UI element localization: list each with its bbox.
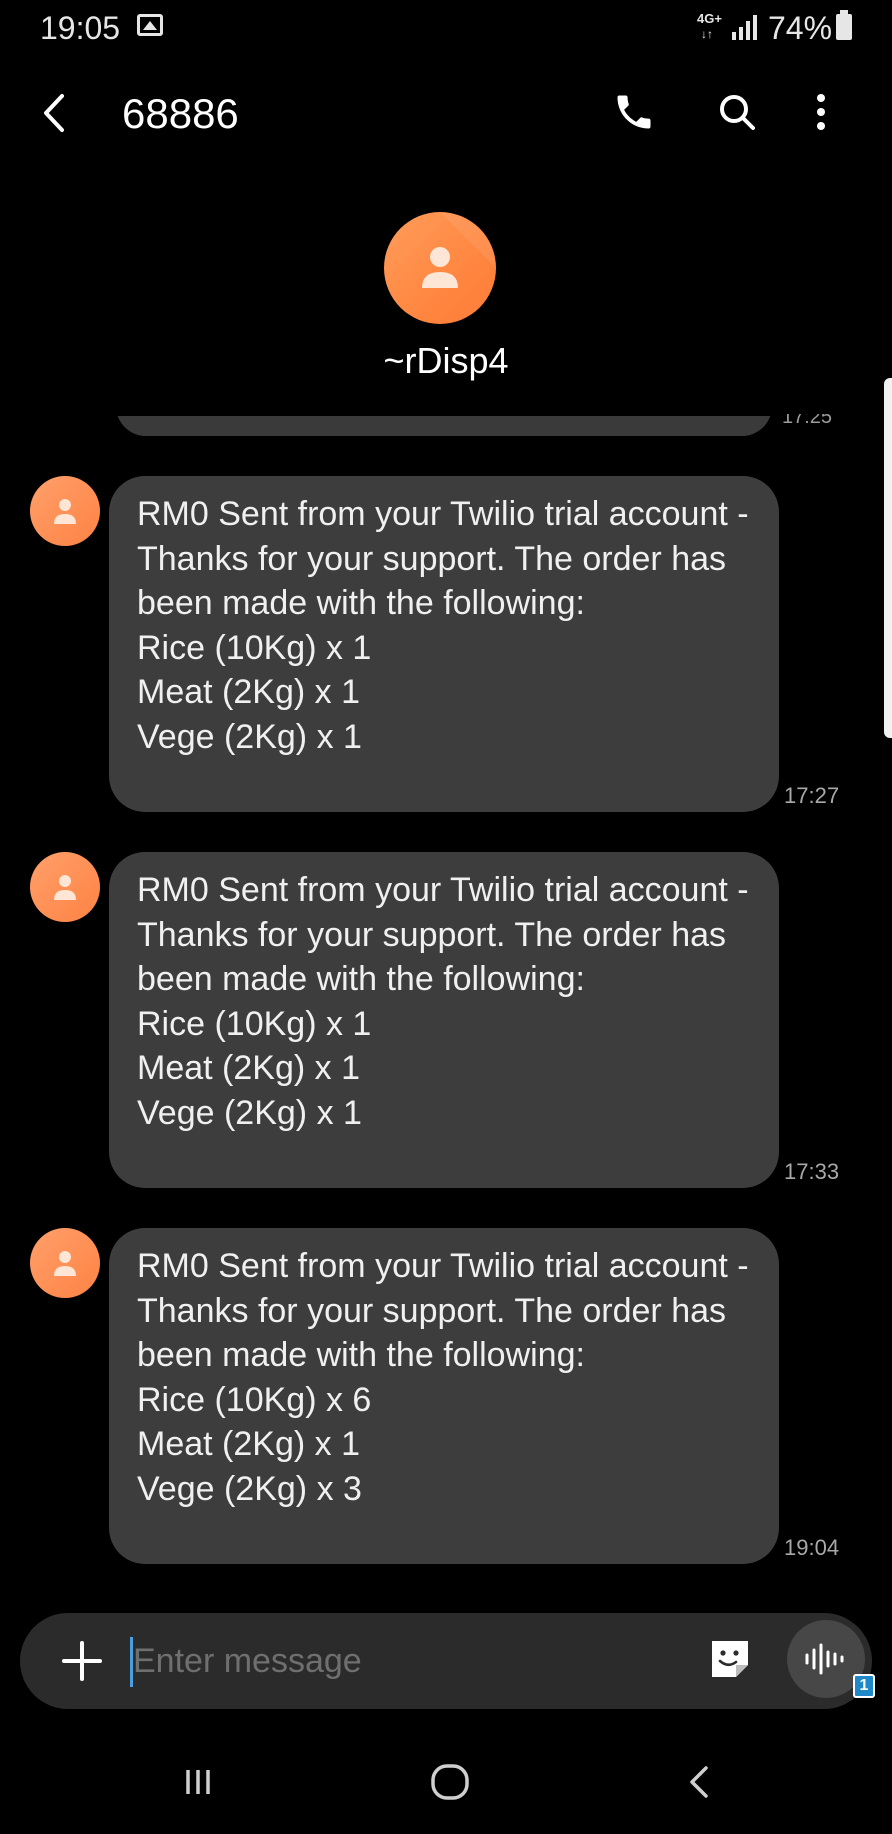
network-activity-icon: ↓↑ <box>701 27 713 41</box>
battery-percent: 74% <box>768 10 833 46</box>
message-time: 19:04 <box>784 1535 840 1560</box>
recent-apps-button[interactable] <box>178 1760 222 1804</box>
chevron-left-icon <box>690 1766 708 1798</box>
compose-bar <box>20 1613 872 1709</box>
previous-message-time: 17:25 <box>782 414 833 426</box>
message-time: 17:33 <box>784 1159 840 1184</box>
person-icon <box>54 1251 76 1276</box>
home-icon <box>431 1764 469 1800</box>
message-bubble[interactable]: RM0 Sent from your Twilio trial account … <box>109 476 779 812</box>
sticker-icon <box>712 1641 748 1677</box>
search-button[interactable] <box>715 90 759 134</box>
attach-button[interactable] <box>54 1633 110 1689</box>
nav-back-button[interactable] <box>678 1760 722 1804</box>
scrollbar[interactable] <box>884 378 892 738</box>
voice-message-button[interactable]: 1 <box>765 1598 875 1702</box>
message-time: 17:27 <box>784 783 840 808</box>
previous-message-bubble[interactable] <box>116 416 772 436</box>
sticker-button[interactable] <box>708 1637 752 1681</box>
contact-name: ~rDisp4 <box>383 340 509 381</box>
status-time: 19:05 <box>40 10 121 46</box>
plus-icon <box>62 1641 102 1681</box>
navigation-bar <box>0 1740 892 1834</box>
voice-waveform-icon <box>805 1643 844 1675</box>
message-text: RM0 Sent from your Twilio trial account … <box>137 871 749 1132</box>
sender-avatar[interactable] <box>30 1228 100 1298</box>
conversation-title: 68886 <box>122 90 239 137</box>
image-icon <box>137 14 163 36</box>
person-icon <box>422 212 496 288</box>
network-type: 4G+ <box>697 11 722 26</box>
search-icon <box>720 95 755 130</box>
sim-badge: 1 <box>853 1674 875 1698</box>
call-button[interactable] <box>612 90 656 134</box>
message-bubble[interactable]: RM0 Sent from your Twilio trial account … <box>109 1228 779 1564</box>
sender-avatar[interactable] <box>30 476 100 546</box>
recents-icon <box>186 1770 210 1794</box>
sender-avatar[interactable] <box>30 852 100 922</box>
battery-icon <box>836 10 852 40</box>
more-vertical-icon <box>817 94 825 130</box>
phone-icon <box>617 95 651 129</box>
back-button[interactable] <box>34 88 84 138</box>
signal-icon <box>732 14 758 40</box>
status-bar: 19:05 4G+ ↓↑ 74% <box>0 0 892 56</box>
message-input[interactable] <box>133 1633 693 1689</box>
message-text: RM0 Sent from your Twilio trial account … <box>137 495 749 756</box>
chevron-left-icon <box>44 94 64 132</box>
person-icon <box>54 499 76 524</box>
home-button[interactable] <box>428 1760 472 1804</box>
message-text: RM0 Sent from your Twilio trial account … <box>137 1247 749 1508</box>
more-options-button[interactable] <box>805 90 849 134</box>
contact-avatar[interactable] <box>384 212 496 324</box>
app-bar: 68886 <box>0 70 892 160</box>
person-icon <box>54 875 76 900</box>
message-bubble[interactable]: RM0 Sent from your Twilio trial account … <box>109 852 779 1188</box>
